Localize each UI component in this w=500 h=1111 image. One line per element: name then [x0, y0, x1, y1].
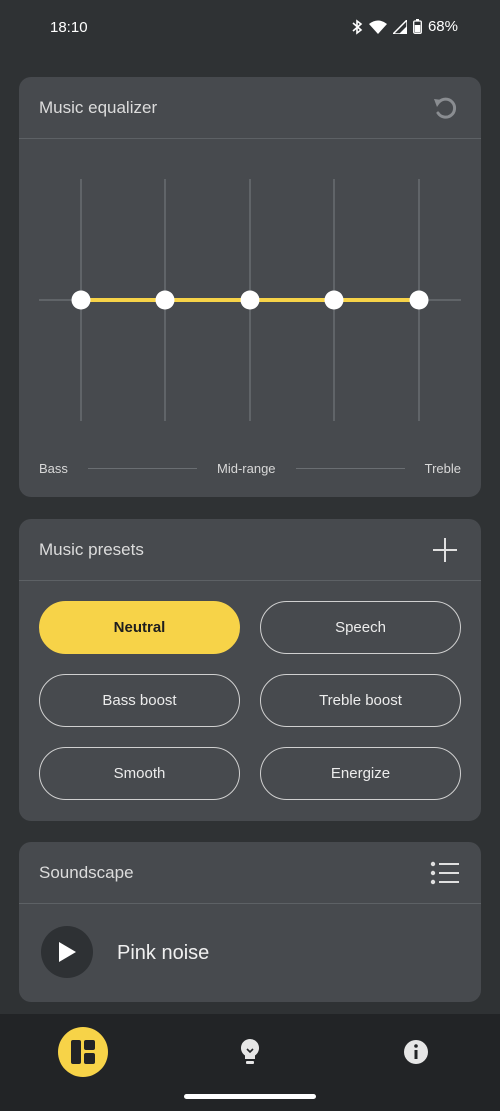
preset-bass-boost-button[interactable]: Bass boost — [39, 674, 240, 727]
preset-speech-button[interactable]: Speech — [260, 601, 461, 654]
info-icon[interactable] — [391, 1027, 441, 1077]
list-icon[interactable] — [429, 857, 461, 889]
eq-band-handle[interactable] — [71, 290, 91, 310]
preset-grid: Neutral Speech Bass boost Treble boost S… — [39, 601, 461, 800]
eq-band-handle[interactable] — [240, 290, 260, 310]
eq-label-bass: Bass — [39, 461, 68, 476]
status-bar: 18:10 68% — [0, 0, 500, 58]
lightbulb-icon[interactable] — [225, 1027, 275, 1077]
battery-percent: 68% — [427, 18, 458, 35]
play-icon[interactable] — [41, 926, 93, 978]
eq-labels: Bass Mid-range Treble — [39, 461, 461, 476]
eq-band-handle[interactable] — [324, 290, 344, 310]
soundscape-row[interactable]: Pink noise — [19, 904, 481, 1002]
status-time: 18:10 — [50, 19, 88, 36]
equalizer-header: Music equalizer — [19, 77, 481, 139]
presets-title: Music presets — [39, 539, 144, 559]
reset-icon[interactable] — [429, 92, 461, 124]
home-indicator[interactable] — [184, 1094, 316, 1099]
soundscape-track-name: Pink noise — [117, 942, 210, 964]
plus-icon[interactable] — [429, 534, 461, 566]
equalizer-card: Music equalizer Bass Mid-range Treble — [19, 77, 481, 497]
preset-treble-boost-button[interactable]: Treble boost — [260, 674, 461, 727]
wifi-icon — [368, 20, 387, 34]
preset-energize-button[interactable]: Energize — [260, 747, 461, 800]
dashboard-icon[interactable] — [58, 1027, 108, 1077]
soundscape-header: Soundscape — [19, 842, 481, 904]
eq-divider-left — [87, 468, 197, 469]
equalizer-area: Bass Mid-range Treble — [19, 139, 481, 497]
presets-header: Music presets — [19, 519, 481, 581]
eq-label-treble: Treble — [424, 461, 461, 476]
signal-icon — [392, 19, 407, 34]
equalizer-graph — [39, 179, 461, 421]
preset-smooth-button[interactable]: Smooth — [39, 747, 240, 800]
battery-icon — [413, 19, 422, 34]
preset-neutral-button[interactable]: Neutral — [39, 601, 240, 654]
bluetooth-icon — [351, 18, 363, 35]
equalizer-title: Music equalizer — [39, 97, 158, 117]
bottom-nav — [0, 1014, 500, 1111]
eq-band-handle[interactable] — [409, 290, 429, 310]
presets-card: Music presets Neutral Speech Bass boost … — [19, 519, 481, 821]
soundscape-card: Soundscape Pink noise — [19, 842, 481, 1002]
eq-divider-right — [295, 468, 405, 469]
eq-label-mid: Mid-range — [217, 461, 276, 476]
eq-band-handle[interactable] — [155, 290, 175, 310]
status-icons: 68% — [351, 18, 458, 35]
app-screen: 18:10 68% Music equalizer Bass Mid-range… — [0, 0, 500, 1111]
soundscape-title: Soundscape — [39, 862, 134, 882]
